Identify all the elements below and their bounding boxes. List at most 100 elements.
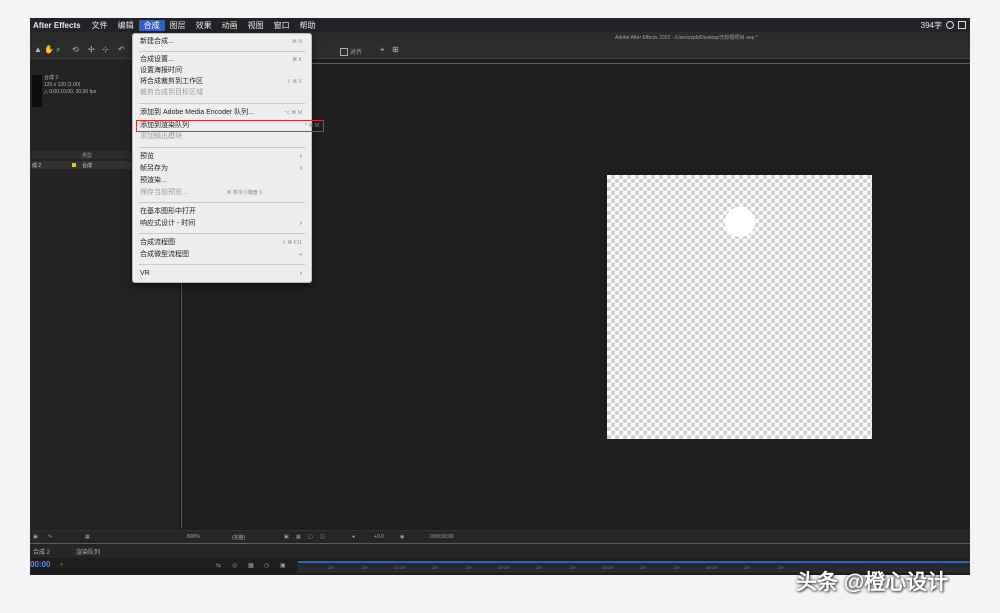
menu-effect[interactable]: 效果 (191, 20, 217, 31)
menu-composition[interactable]: 合成 (138, 19, 165, 31)
menu-divider (139, 264, 305, 265)
snap-icon[interactable]: ⌖ (380, 46, 388, 54)
checkbox-icon (340, 47, 348, 56)
viewer-controls: ▣ ✎ ▦ 800% (完整) ▣ ▦ ▢ ◫ ● +0.0 ◉ 0;00;00… (30, 530, 970, 543)
transparency-grid-icon[interactable]: ▦ (296, 534, 301, 540)
tick-label: 20f (570, 565, 576, 570)
menu-item-open-essential-graphics[interactable]: 在基本图形中打开 (140, 207, 306, 217)
menu-item-save-current-preview: 保存当前预览... ⌘ 数字小键盘 0 (140, 189, 262, 196)
tick-label: 10f (536, 565, 542, 570)
align-label: 对齐 (350, 50, 363, 56)
snapshot-icon[interactable]: ◉ (400, 534, 404, 540)
menu-item-crop-region: 裁剪合成到目标区域 (140, 89, 203, 96)
menu-item-vr[interactable]: VR › (140, 269, 306, 279)
menu-item-add-to-render-queue[interactable]: 添加到渲染队列 ^ ⌘ M (136, 120, 324, 132)
menu-item-mini-flowchart[interactable]: 合成微型流程图 ⇥ (140, 250, 306, 260)
rotate-tool-icon[interactable]: ⟲ (72, 46, 80, 54)
undo-tool-icon[interactable]: ↶ (118, 46, 126, 54)
app-menu[interactable]: After Effects (30, 21, 87, 30)
white-circle-layer[interactable] (725, 207, 755, 237)
channel-icon[interactable]: ◫ (320, 534, 325, 540)
status-text: 394字 (920, 20, 942, 30)
tick-label: 20f (674, 565, 680, 570)
submenu-arrow-icon: › (299, 165, 302, 172)
tick-label: 10f (640, 565, 646, 570)
menubar: After Effects 文件 编辑 合成 图层 效果 动画 视图 窗口 帮助… (30, 18, 970, 32)
menu-layer[interactable]: 图层 (165, 20, 191, 31)
submenu-arrow-icon: › (299, 153, 302, 160)
motion-blur-icon[interactable]: ◎ (232, 562, 237, 569)
menu-item-trim-comp[interactable]: 将合成裁剪到工作区 ⇧ ⌘ X (140, 77, 306, 87)
item-type: 合成 (82, 163, 93, 169)
menubar-status: 394字 (921, 20, 970, 31)
menu-item-preview[interactable]: 预览 › (140, 152, 306, 162)
timeline-switch-icon[interactable]: ⇆ (216, 562, 221, 569)
draft-3d-icon[interactable]: ◷ (264, 562, 269, 569)
menu-item-responsive-design[interactable]: 响应式设计 - 时间 › (140, 219, 306, 229)
render-icon[interactable]: ▦ (85, 534, 90, 540)
item-name: 成 2 (32, 163, 42, 169)
tab-render-queue[interactable]: 渲染队列 (76, 547, 100, 556)
menu-item-add-output-module: 添加输出模块 (140, 133, 182, 140)
transparent-canvas[interactable] (607, 175, 872, 439)
tab-comp[interactable]: 合成 2 (33, 547, 50, 556)
comp-duration: △ 0;00;10;00, 30.00 fps (44, 89, 97, 95)
align-checkbox[interactable]: 对齐 (340, 47, 362, 56)
pan-tool-icon[interactable]: ⊹ (102, 46, 110, 54)
tick-label: 02:00f (498, 565, 510, 570)
submenu-arrow-icon: › (299, 270, 302, 277)
menu-edit[interactable]: 编辑 (113, 20, 139, 31)
menu-view[interactable]: 视图 (243, 20, 269, 31)
search-icon[interactable]: ⌕ (60, 562, 63, 569)
pen-icon[interactable]: ✎ (48, 534, 52, 540)
status-box-icon[interactable] (958, 21, 966, 29)
watermark: 头条 @橙心设计 (796, 571, 949, 594)
menu-item-comp-settings[interactable]: 合成设置... ⌘ K (140, 55, 306, 65)
type-column-header[interactable]: 类型 (82, 152, 92, 159)
camera-tool-icon[interactable]: ✢ (88, 46, 96, 54)
menu-divider (139, 147, 305, 148)
zoom-select[interactable]: 800% (187, 534, 200, 540)
viewer-timecode[interactable]: 0;00;00;00 (430, 534, 454, 540)
menu-item-new-comp[interactable]: 新建合成... ⌘ N (140, 37, 306, 47)
menu-item-comp-flowchart[interactable]: 合成流程图 ⇧ ⌘ F11 (140, 238, 306, 248)
menu-window[interactable]: 窗口 (269, 20, 295, 31)
tick-label: 10f (432, 565, 438, 570)
menu-item-poster-time[interactable]: 设置海报时间 (140, 66, 306, 76)
grid-icon[interactable]: ⊞ (392, 46, 400, 54)
menu-animation[interactable]: 动画 (217, 20, 243, 31)
comp-info: 合成 2 120 x 120 (1.00) △ 0;00;10;00, 30.0… (44, 75, 96, 96)
hand-tool-icon[interactable]: ✋ (44, 46, 54, 54)
window-title: Adobe After Effects 2022 - /Users/zpb/De… (615, 35, 758, 41)
tick-label: 10f (328, 565, 334, 570)
menu-item-pre-render[interactable]: 预渲染... (140, 176, 306, 186)
menu-divider (139, 51, 305, 52)
menu-help[interactable]: 帮助 (295, 20, 321, 31)
render-toggle-icon[interactable]: ▣ (33, 534, 38, 540)
graph-editor-icon[interactable]: ▦ (248, 562, 254, 569)
timeline-tabs: 合成 2 渲染队列 (30, 543, 970, 558)
zoom-tool-icon[interactable]: ⌕ (56, 46, 64, 54)
tick-label: 20f (466, 565, 472, 570)
menu-item-add-to-ame[interactable]: 添加到 Adobe Media Encoder 队列... ⌥ ⌘ M (140, 108, 306, 118)
status-circle-icon[interactable] (946, 21, 954, 29)
tick-label: 01:00f (394, 565, 406, 570)
menu-file[interactable]: 文件 (87, 20, 113, 31)
timeline-timecode[interactable]: 00:00 (30, 560, 50, 569)
mask-icon[interactable]: ▢ (308, 534, 313, 540)
tick-label: 03:00f (602, 565, 614, 570)
menu-divider (139, 233, 305, 234)
comp-name: 合成 2 (44, 75, 59, 81)
comp-thumbnail (32, 75, 42, 107)
roi-icon[interactable]: ▣ (284, 534, 289, 540)
exposure-value[interactable]: +0.0 (374, 534, 384, 540)
label-color-swatch (72, 163, 76, 167)
tick-label: 20f (778, 565, 784, 570)
menu-item-save-frame-as[interactable]: 帧另存为 › (140, 164, 306, 174)
frame-blend-icon[interactable]: ▣ (280, 562, 286, 569)
selection-tool-icon[interactable]: ▲ (34, 46, 42, 54)
color-management-icon[interactable]: ● (352, 534, 355, 540)
submenu-arrow-icon: › (299, 220, 302, 227)
quality-select[interactable]: (完整) (232, 534, 245, 541)
tick-label: 10f (744, 565, 750, 570)
